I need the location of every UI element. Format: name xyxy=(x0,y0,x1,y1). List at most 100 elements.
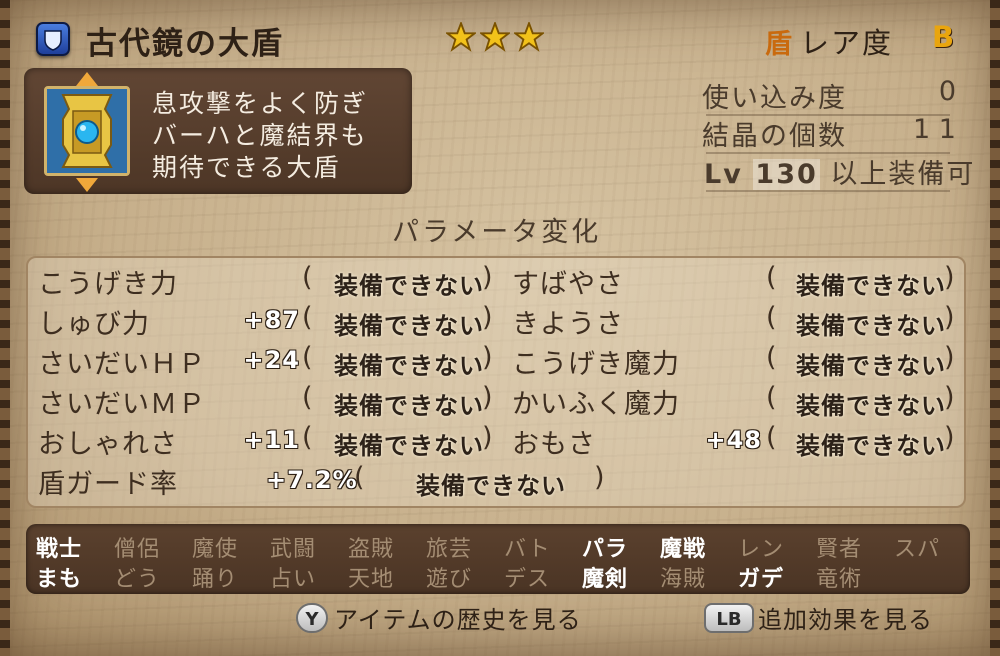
paren-open: ( xyxy=(302,382,314,413)
param-row: しゅび力 +87 ( 装備できない ) xyxy=(38,302,498,342)
rarity-stars xyxy=(446,22,544,52)
job-label: 旅芸 xyxy=(426,537,473,562)
job-label: ガデ xyxy=(738,567,785,592)
job-label: 魔使 xyxy=(192,537,239,562)
rarity-label: レア度 xyxy=(800,26,894,60)
equip-unavailable: 装備できない xyxy=(334,432,484,460)
job-label: デス xyxy=(504,567,551,592)
additional-effects-link[interactable]: 追加効果を見る xyxy=(758,600,933,635)
paren-open: ( xyxy=(302,422,314,453)
level-requirement: Lv 130 以上装備可 xyxy=(704,152,975,191)
param-row: すばやさ ( 装備できない ) xyxy=(512,262,962,302)
paren-open: ( xyxy=(302,302,314,333)
paren-close: ) xyxy=(594,462,606,493)
job-label: 僧侶 xyxy=(114,537,161,562)
equip-unavailable: 装備できない xyxy=(334,312,484,340)
job-label: 賢者 xyxy=(816,537,863,562)
shield-type-icon: 盾 xyxy=(765,29,792,60)
job-label: 竜術 xyxy=(816,567,863,592)
equip-unavailable: 装備できない xyxy=(796,352,946,380)
job-label: 盗賊 xyxy=(348,537,395,562)
equip-unavailable: 装備できない xyxy=(334,392,484,420)
param-row: さいだいＭＰ ( 装備できない ) xyxy=(38,382,498,422)
paren-open: ( xyxy=(766,262,778,293)
param-name: おもさ xyxy=(512,429,596,460)
crystal-value: 1 1 xyxy=(913,114,956,145)
item-name: 古代鏡の大盾 xyxy=(86,26,284,62)
paren-open: ( xyxy=(302,342,314,373)
paren-close: ) xyxy=(944,302,956,333)
frame-edge-left xyxy=(0,0,10,656)
crystal-label: 結晶の個数 xyxy=(702,121,847,152)
param-row: こうげき力 ( 装備できない ) xyxy=(38,262,498,302)
paren-close: ) xyxy=(482,382,494,413)
paren-open: ( xyxy=(766,382,778,413)
job-label: バト xyxy=(504,537,551,562)
equip-unavailable: 装備できない xyxy=(796,432,946,460)
param-row: 盾ガード率 +7.2% ( 装備できない ) xyxy=(38,462,658,502)
paren-open: ( xyxy=(766,342,778,373)
param-value: +24 xyxy=(243,346,300,374)
job-label: 魔剣 xyxy=(582,567,629,592)
job-label: 戦士 xyxy=(36,537,83,562)
paren-open: ( xyxy=(766,302,778,333)
equip-unavailable: 装備できない xyxy=(796,392,946,420)
job-label: レン xyxy=(738,537,785,562)
usage-value: 0 xyxy=(938,76,956,107)
param-row: きようさ ( 装備できない ) xyxy=(512,302,962,342)
next-item-arrow-icon[interactable] xyxy=(76,178,98,192)
item-history-link[interactable]: アイテムの歴史を見る xyxy=(334,600,582,635)
param-row: こうげき魔力 ( 装備できない ) xyxy=(512,342,962,382)
job-label: どう xyxy=(114,567,161,592)
param-name: きようさ xyxy=(512,309,624,340)
job-label: 占い xyxy=(270,567,317,592)
paren-close: ) xyxy=(944,342,956,373)
job-label: パラ xyxy=(582,537,629,562)
paren-close: ) xyxy=(482,422,494,453)
param-name: こうげき魔力 xyxy=(512,349,680,380)
previous-item-arrow-icon[interactable] xyxy=(76,72,98,86)
param-name: おしゃれさ xyxy=(38,429,178,460)
description-line: 息攻撃をよく防ぎ xyxy=(152,89,369,118)
param-value: +7.2% xyxy=(266,466,358,494)
divider xyxy=(706,190,950,192)
star-icon xyxy=(480,22,510,52)
job-label: まも xyxy=(36,567,83,592)
equip-unavailable: 装備できない xyxy=(334,352,484,380)
level-suffix: 以上装備可 xyxy=(830,159,976,190)
paren-close: ) xyxy=(482,302,494,333)
job-label: 踊り xyxy=(192,567,239,592)
y-button-icon[interactable]: Y xyxy=(296,603,328,633)
param-name: さいだいＨＰ xyxy=(38,349,206,380)
equip-unavailable: 装備できない xyxy=(416,472,566,500)
description-line: バーハと魔結界も xyxy=(152,121,368,150)
lb-button-icon[interactable]: LB xyxy=(704,603,754,633)
paren-close: ) xyxy=(944,382,956,413)
paren-close: ) xyxy=(482,342,494,373)
star-icon xyxy=(514,22,544,52)
param-value: +48 xyxy=(705,426,762,454)
rarity-grade: B xyxy=(932,20,955,54)
param-row: かいふく魔力 ( 装備できない ) xyxy=(512,382,962,422)
param-name: すばやさ xyxy=(512,269,624,300)
equip-unavailable: 装備できない xyxy=(796,312,946,340)
paren-close: ) xyxy=(482,262,494,293)
job-label: 海賊 xyxy=(660,567,707,592)
parameter-section-title: パラメータ変化 xyxy=(392,217,602,248)
shield-category-icon xyxy=(36,22,70,56)
job-label: 遊び xyxy=(426,567,473,592)
param-name: こうげき力 xyxy=(38,269,178,300)
usage-label: 使い込み度 xyxy=(702,83,847,114)
job-label: 魔戦 xyxy=(660,537,707,562)
param-row: さいだいＨＰ +24 ( 装備できない ) xyxy=(38,342,498,382)
job-label: 天地 xyxy=(348,567,395,592)
paren-close: ) xyxy=(944,422,956,453)
item-detail-screen: 古代鏡の大盾 盾 レア度 B 息攻撃をよく防ぎ バーハと魔結界も 期待できる大盾… xyxy=(0,0,1000,656)
description-line: 期待できる大盾 xyxy=(152,153,341,182)
param-row: おしゃれさ +11 ( 装備できない ) xyxy=(38,422,498,462)
equip-unavailable: 装備できない xyxy=(334,272,484,300)
paren-close: ) xyxy=(944,262,956,293)
equip-unavailable: 装備できない xyxy=(796,272,946,300)
frame-edge-right xyxy=(990,0,1000,656)
param-name: 盾ガード率 xyxy=(38,469,178,500)
